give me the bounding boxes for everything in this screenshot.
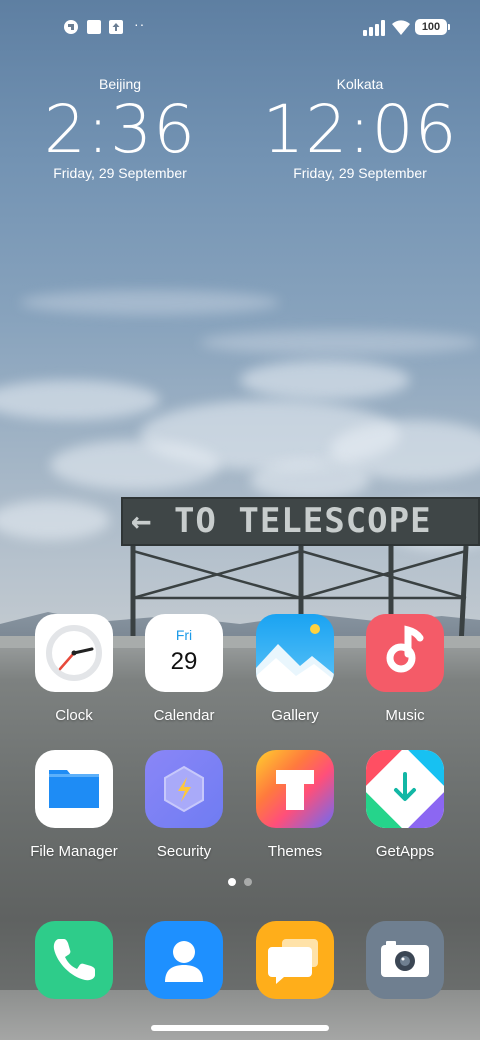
calendar-icon: Fri 29 (145, 614, 223, 692)
status-bar: ·· 100 (0, 0, 480, 56)
wifi-icon (392, 20, 410, 35)
clock-time: 2:36 (43, 91, 197, 168)
telescope-sign-text: ← TO TELESCOPE (131, 501, 432, 541)
app-music[interactable]: Music (350, 614, 460, 724)
app-clock[interactable]: Clock (19, 614, 129, 724)
app-label: GetApps (375, 843, 435, 860)
dock-contacts[interactable] (129, 921, 239, 999)
app-themes[interactable]: Themes (240, 750, 350, 860)
contacts-icon (145, 921, 223, 999)
clock-time: 12:06 (262, 91, 458, 168)
clock-widget-kolkata[interactable]: Kolkata 12:06 Friday, 29 September (260, 76, 460, 181)
themes-icon (256, 750, 334, 828)
app-label: Calendar (153, 707, 215, 724)
battery-indicator: 100 (415, 19, 450, 35)
page-indicator (0, 878, 480, 886)
page-dot-active[interactable] (228, 878, 236, 886)
messages-icon (256, 921, 334, 999)
clock-city: Beijing (98, 76, 142, 92)
more-notifications-dots: ·· (134, 16, 146, 32)
app-label: Music (385, 707, 425, 724)
folder-icon (35, 750, 113, 828)
app-gallery[interactable]: Gallery (240, 614, 350, 724)
app-label: File Manager (30, 843, 118, 860)
app-label: Clock (55, 707, 93, 724)
clock-widget-beijing[interactable]: Beijing 2:36 Friday, 29 September (20, 76, 220, 181)
app-label: Gallery (271, 707, 319, 724)
dock-phone[interactable] (19, 921, 129, 999)
upload-arrow-icon (109, 20, 123, 34)
clock-city: Kolkata (336, 76, 384, 92)
app-notification-icon (64, 20, 78, 34)
camera-icon (366, 921, 444, 999)
calendar-day: Fri (175, 627, 193, 643)
app-label: Themes (267, 843, 323, 860)
app-label: Security (156, 843, 212, 860)
telescope-sign: ← TO TELESCOPE (121, 497, 480, 546)
page-dot[interactable] (244, 878, 252, 886)
app-getapps[interactable]: GetApps (350, 750, 460, 860)
clock-icon (35, 614, 113, 692)
phone-icon (35, 921, 113, 999)
app-security[interactable]: Security (129, 750, 239, 860)
getapps-icon (366, 750, 444, 828)
app-calendar[interactable]: Fri 29 Calendar (129, 614, 239, 724)
signal-bars-icon (363, 20, 385, 36)
dock-camera[interactable] (350, 921, 460, 999)
gallery-icon (256, 614, 334, 692)
app-file-manager[interactable]: File Manager (19, 750, 129, 860)
security-shield-icon (145, 750, 223, 828)
square-notification-icon (87, 20, 101, 34)
music-icon (366, 614, 444, 692)
calendar-date: 29 (170, 648, 198, 675)
dock-messages[interactable] (240, 921, 350, 999)
battery-level: 100 (421, 21, 441, 33)
home-indicator[interactable] (151, 1025, 329, 1031)
